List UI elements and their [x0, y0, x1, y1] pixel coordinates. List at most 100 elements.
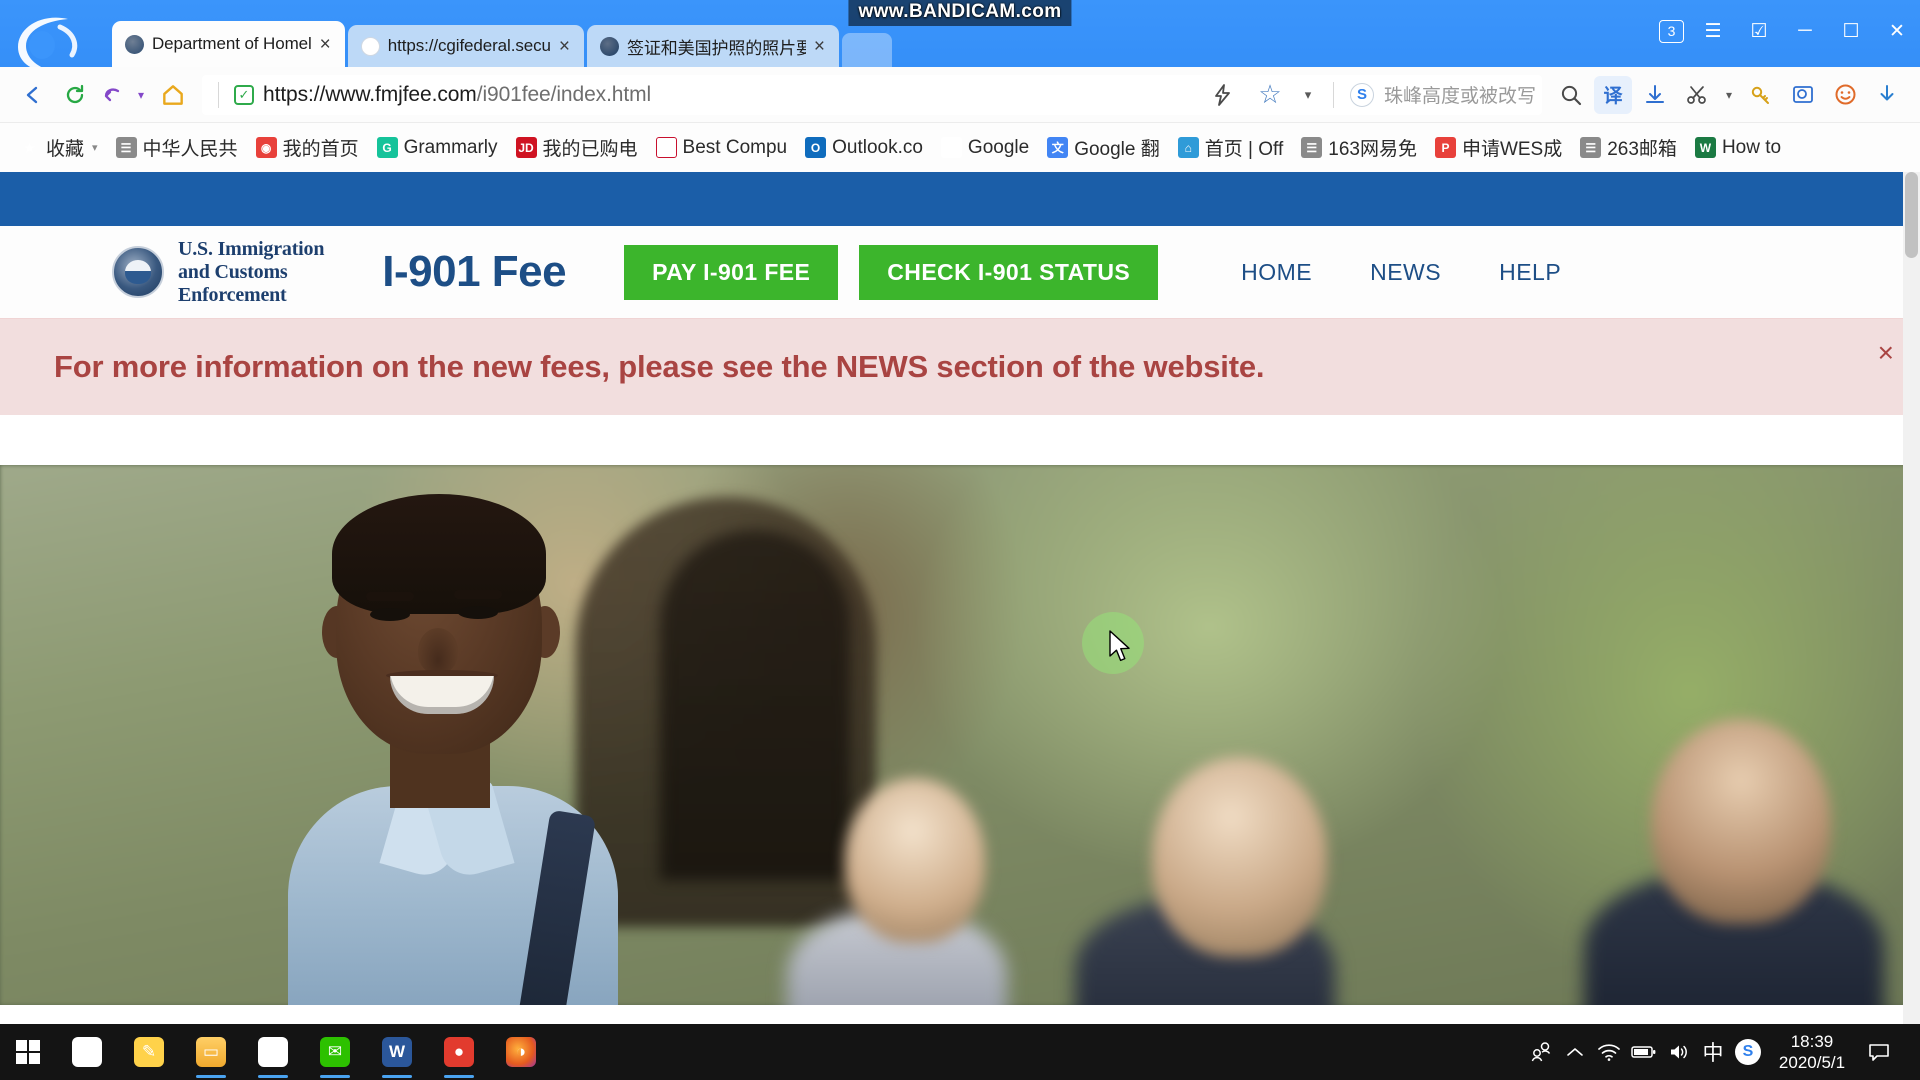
- chevron-down-icon[interactable]: ▾: [92, 141, 98, 154]
- tab-count-badge[interactable]: 3: [1659, 19, 1684, 43]
- tab-close-icon[interactable]: ×: [559, 37, 570, 56]
- main-nav: HOME NEWS HELP: [1212, 259, 1590, 286]
- sogou-search-icon[interactable]: S: [1349, 82, 1374, 107]
- bookmark-item[interactable]: O Outlook.co: [796, 133, 932, 163]
- people-icon[interactable]: [1524, 1024, 1558, 1080]
- nav-news[interactable]: NEWS: [1341, 259, 1470, 286]
- background-person-head: [1651, 718, 1832, 924]
- taskbar-app-sogou-browser[interactable]: S: [56, 1024, 118, 1080]
- tab-close-icon[interactable]: ×: [814, 37, 825, 56]
- address-bar[interactable]: ✓ https://www.fmjfee.com/i901fee/index.h…: [202, 74, 1542, 115]
- bookmark-label: Google: [967, 136, 1030, 158]
- nav-home[interactable]: HOME: [1212, 259, 1341, 286]
- bookmark-item[interactable]: ⌂ 首页 | Off: [1169, 130, 1293, 165]
- watermark-brand: BANDICAM: [908, 1, 1016, 22]
- homepage-icon: ⌂: [1177, 137, 1199, 158]
- bookmark-label: Outlook.co: [832, 136, 923, 158]
- bookmark-label: Grammarly: [403, 136, 498, 158]
- key-icon[interactable]: [1742, 76, 1780, 114]
- bookmark-item[interactable]: ☰ 263邮箱: [1571, 130, 1686, 165]
- bookmark-label: 163网易免: [1328, 139, 1417, 160]
- taskbar-app-screen-recorder[interactable]: ●: [428, 1024, 490, 1080]
- browser-menu-icon[interactable]: ☰: [1690, 10, 1736, 52]
- star-icon: ★: [24, 140, 35, 155]
- secure-check-icon: ✓: [234, 84, 254, 105]
- browser-tab-0[interactable]: Department of Homel ×: [112, 21, 345, 67]
- taskbar-app-sticky-notes[interactable]: ✎: [118, 1024, 180, 1080]
- bookmark-favorites[interactable]: ★ 收藏 ▾: [10, 130, 107, 165]
- taskbar-app-sogou-browser-active[interactable]: S: [242, 1024, 304, 1080]
- lightning-icon[interactable]: [1203, 76, 1241, 114]
- close-icon[interactable]: ×: [1878, 339, 1894, 367]
- magnify-icon[interactable]: [1784, 76, 1822, 114]
- pay-i901-fee-button[interactable]: PAY I-901 FEE: [624, 244, 839, 300]
- collections-icon[interactable]: ☑: [1736, 10, 1782, 52]
- translate-icon[interactable]: 译: [1594, 75, 1632, 114]
- bookmark-item[interactable]: G Grammarly: [368, 133, 507, 163]
- browser-tab-1[interactable]: S https://cgifederal.secu ×: [347, 25, 584, 67]
- volume-icon[interactable]: [1662, 1024, 1696, 1080]
- taskbar-app-file-explorer[interactable]: ▭: [180, 1024, 242, 1080]
- search-icon[interactable]: [1552, 76, 1590, 114]
- save-page-icon[interactable]: [1636, 76, 1674, 114]
- bookmark-item[interactable]: 文 Google 翻: [1038, 130, 1169, 165]
- scissors-icon[interactable]: [1678, 76, 1716, 114]
- bookmark-caret-icon[interactable]: ▾: [1299, 76, 1317, 114]
- show-hidden-icons-chevron[interactable]: [1558, 1024, 1592, 1080]
- tab-strip: Department of Homel × S https://cgifeder…: [112, 19, 892, 67]
- student-brow-left: [365, 591, 414, 601]
- battery-icon[interactable]: [1626, 1024, 1662, 1080]
- taskbar-app-firefox[interactable]: ◑: [490, 1024, 552, 1080]
- site-header: U.S. Immigration and Customs Enforcement…: [0, 226, 1920, 318]
- taskbar-app-wechat[interactable]: ✉: [304, 1024, 366, 1080]
- tab-title: Department of Homel: [152, 34, 312, 53]
- word-icon: W: [382, 1037, 412, 1067]
- clock[interactable]: 18:39 2020/5/1: [1766, 1031, 1862, 1074]
- scrollbar-thumb[interactable]: [1905, 172, 1918, 258]
- divider: [1332, 81, 1334, 108]
- bookmark-star-icon[interactable]: ☆: [1251, 76, 1289, 114]
- wifi-icon[interactable]: [1592, 1024, 1626, 1080]
- history-back-icon[interactable]: [98, 76, 128, 114]
- bookmark-item[interactable]: ◉ 我的首页: [247, 130, 368, 165]
- action-center-icon[interactable]: [1862, 1024, 1896, 1080]
- sogou-input-icon[interactable]: S: [1730, 1024, 1766, 1080]
- maximize-button[interactable]: ☐: [1828, 10, 1874, 52]
- bookmark-item[interactable]: ☰ 163网易免: [1292, 130, 1426, 165]
- browser-toolbar: ▾ ✓ https://www.fmjfee.com/i901fee/index…: [0, 67, 1920, 122]
- tab-close-icon[interactable]: ×: [320, 35, 331, 54]
- firefox-icon: ◑: [506, 1037, 536, 1067]
- sogou-icon: S: [360, 36, 380, 56]
- history-caret-icon[interactable]: ▾: [132, 76, 150, 114]
- refresh-icon[interactable]: [56, 76, 94, 114]
- bookmark-item[interactable]: JD 我的已购电: [507, 130, 647, 165]
- dhs-seal-icon: [112, 246, 164, 298]
- back-icon[interactable]: [14, 76, 52, 114]
- alert-banner: For more information on the new fees, pl…: [0, 318, 1920, 415]
- smiley-icon[interactable]: [1826, 76, 1864, 114]
- check-i901-status-button[interactable]: CHECK I-901 STATUS: [859, 244, 1159, 300]
- download-icon[interactable]: [1868, 76, 1906, 114]
- bookmark-item[interactable]: W How to: [1686, 133, 1790, 163]
- ime-chinese-indicator[interactable]: 中: [1696, 1024, 1730, 1080]
- bookmark-item[interactable]: P 申请WES成: [1426, 130, 1571, 165]
- browser-tab-2[interactable]: 签证和美国护照的照片要 ×: [586, 25, 839, 67]
- start-button[interactable]: [0, 1024, 56, 1080]
- bookmark-item[interactable]: USN Best Compu: [647, 133, 797, 163]
- close-window-button[interactable]: ✕: [1874, 10, 1920, 52]
- home-icon[interactable]: [154, 76, 192, 114]
- bookmark-item[interactable]: G Google: [932, 133, 1038, 163]
- scissors-caret-icon[interactable]: ▾: [1720, 76, 1738, 114]
- bookmark-label: 263邮箱: [1607, 139, 1677, 160]
- new-tab-button[interactable]: [841, 33, 892, 67]
- watermark-prefix: www.: [858, 1, 909, 22]
- minimize-button[interactable]: ─: [1782, 10, 1828, 52]
- tab-title: 签证和美国护照的照片要: [626, 38, 806, 58]
- page-scrollbar[interactable]: [1903, 172, 1920, 1024]
- sogou-input-glyph: S: [1735, 1039, 1761, 1065]
- nav-help[interactable]: HELP: [1470, 259, 1590, 286]
- show-desktop-button[interactable]: [1896, 1024, 1906, 1080]
- taskbar-app-word[interactable]: W: [366, 1024, 428, 1080]
- bookmark-item[interactable]: ☰ 中华人民共: [107, 130, 247, 165]
- system-tray: 中 S 18:39 2020/5/1: [1524, 1024, 1912, 1080]
